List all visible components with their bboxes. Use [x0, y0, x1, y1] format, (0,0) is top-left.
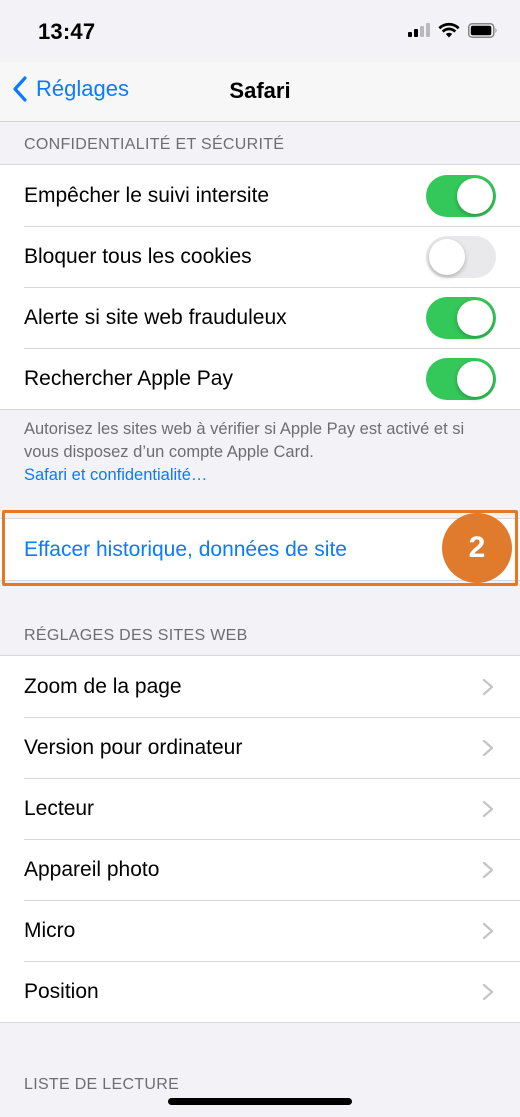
privacy-group: Empêcher le suivi intersite Bloquer tous… [0, 164, 520, 410]
row-label: Lecteur [24, 796, 95, 820]
privacy-footer-note: Autorisez les sites web à vérifier si Ap… [24, 418, 494, 487]
wifi-icon [438, 22, 460, 38]
row-prevent-cross-site-tracking: Empêcher le suivi intersite [0, 165, 520, 226]
row-microphone[interactable]: Micro [0, 900, 520, 961]
section-header-privacy: CONFIDENTIALITÉ ET SÉCURITÉ [24, 136, 285, 153]
step-badge: 2 [442, 513, 512, 583]
page-title: Safari [229, 78, 291, 103]
cellular-signal-icon [408, 23, 430, 37]
chevron-right-icon [482, 922, 494, 940]
chevron-right-icon [482, 800, 494, 818]
row-location[interactable]: Position [0, 961, 520, 1022]
chevron-right-icon [482, 983, 494, 1001]
toggle-block-all-cookies[interactable] [426, 236, 496, 278]
navigation-bar: Réglages Safari [0, 62, 520, 122]
row-check-apple-pay: Rechercher Apple Pay [0, 348, 520, 409]
row-label: Alerte si site web frauduleux [24, 305, 287, 329]
status-time: 13:47 [38, 19, 96, 44]
row-desktop-version[interactable]: Version pour ordinateur [0, 717, 520, 778]
section-header-website-settings: RÉGLAGES DES SITES WEB [24, 627, 248, 644]
toggle-fraudulent-website-warning[interactable] [426, 297, 496, 339]
toggle-check-apple-pay[interactable] [426, 358, 496, 400]
toggle-prevent-cross-site-tracking[interactable] [426, 175, 496, 217]
row-label: Micro [24, 918, 76, 942]
row-label: Empêcher le suivi intersite [24, 183, 270, 207]
privacy-footer-text: Autorisez les sites web à vérifier si Ap… [24, 420, 465, 461]
row-label: Rechercher Apple Pay [24, 366, 233, 390]
row-camera[interactable]: Appareil photo [0, 839, 520, 900]
settings-safari-screen: 13:47 Réglages Safari CONFIDENTIALITÉ ET… [0, 0, 520, 1117]
website-settings-group: Zoom de la page Version pour ordinateur … [0, 655, 520, 1023]
row-fraudulent-website-warning: Alerte si site web frauduleux [0, 287, 520, 348]
section-header-reading-list: LISTE DE LECTURE [24, 1076, 180, 1093]
chevron-right-icon [482, 861, 494, 879]
status-icons [408, 22, 498, 38]
row-reader[interactable]: Lecteur [0, 778, 520, 839]
status-bar: 13:47 [0, 0, 520, 62]
highlight-box [2, 510, 518, 586]
safari-privacy-link[interactable]: Safari et confidentialité… [24, 464, 494, 487]
chevron-right-icon [482, 739, 494, 757]
row-label: Bloquer tous les cookies [24, 244, 252, 268]
home-indicator[interactable] [168, 1098, 352, 1105]
row-page-zoom[interactable]: Zoom de la page [0, 656, 520, 717]
row-label: Zoom de la page [24, 674, 182, 698]
row-block-all-cookies: Bloquer tous les cookies [0, 226, 520, 287]
battery-icon [468, 22, 498, 38]
row-label: Appareil photo [24, 857, 160, 881]
row-label: Version pour ordinateur [24, 735, 243, 759]
row-label: Position [24, 979, 99, 1003]
chevron-right-icon [482, 678, 494, 696]
